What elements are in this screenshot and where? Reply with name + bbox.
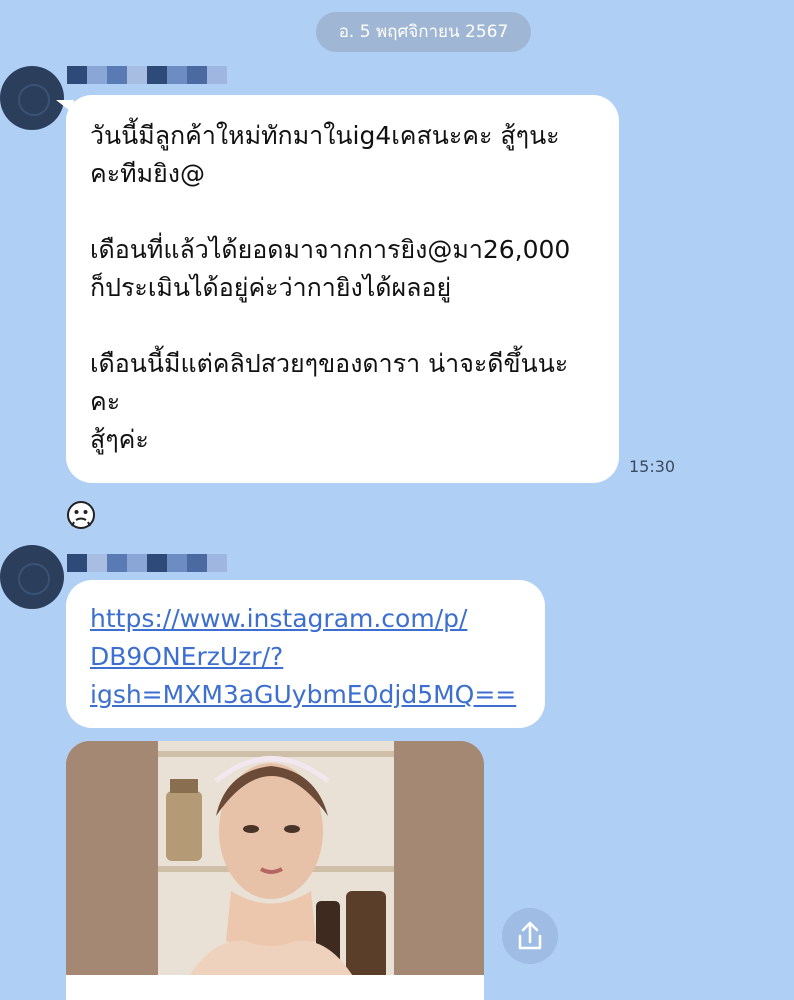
link-message-bubble[interactable]: https://www.instagram.com/p/ DB9ONErzUzr… xyxy=(66,580,545,728)
message-line: วันนี้มีลูกค้าใหม่ทักมาในig4เคสนะคะ สู้ๆ… xyxy=(90,121,560,150)
link-preview-image[interactable] xyxy=(66,741,484,1000)
share-icon xyxy=(518,921,542,950)
message-line: เดือนนี้มีแต่คลิปสวยๆของดารา น่าจะดีขึ้น… xyxy=(90,349,569,378)
sender-avatar[interactable] xyxy=(0,545,64,609)
face-reaction-icon[interactable] xyxy=(66,500,96,530)
sender-name-redacted xyxy=(67,66,227,84)
sender-name-redacted xyxy=(67,554,227,572)
message-line: คะทีมยิง@ xyxy=(90,159,205,188)
message-line: ก็ประเมินได้อยู่ค่ะว่ากายิงได้ผลอยู่ xyxy=(90,273,452,302)
share-button[interactable] xyxy=(502,908,558,964)
message-bubble[interactable]: วันนี้มีลูกค้าใหม่ทักมาในig4เคสนะคะ สู้ๆ… xyxy=(66,95,619,483)
message-timestamp: 15:30 xyxy=(629,457,676,476)
instagram-link[interactable]: DB9ONErzUzr/? xyxy=(90,638,521,676)
instagram-link[interactable]: https://www.instagram.com/p/ xyxy=(90,600,521,638)
message-line: เดือนที่แล้วได้ยอดมาจากการยิง@มา26,000 xyxy=(90,235,571,264)
message-line: คะ xyxy=(90,387,121,416)
instagram-link[interactable]: igsh=MXM3aGUybmE0djd5MQ== xyxy=(90,676,521,714)
link-preview-footer[interactable] xyxy=(66,975,484,1000)
sender-avatar[interactable] xyxy=(0,66,64,130)
message-line: สู้ๆค่ะ xyxy=(90,425,149,454)
date-separator: อ. 5 พฤศจิกายน 2567 xyxy=(316,12,531,52)
